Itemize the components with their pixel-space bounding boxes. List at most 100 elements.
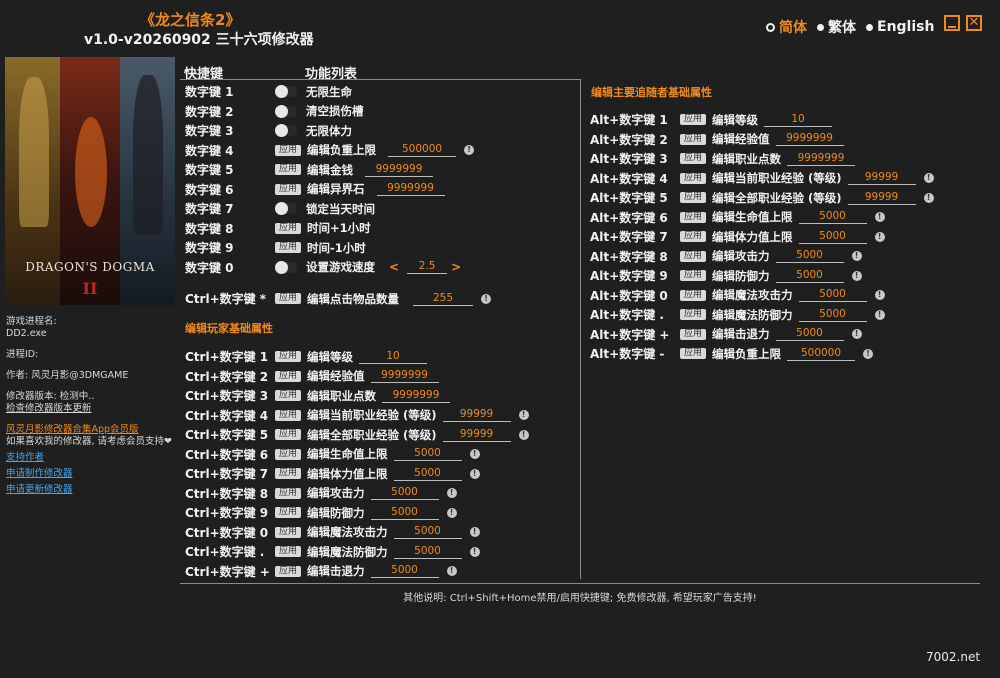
apply-button[interactable]: 应用: [680, 211, 707, 223]
apply-button[interactable]: 应用: [680, 231, 707, 242]
value-input[interactable]: 5000: [798, 288, 867, 302]
info-icon[interactable]: !: [469, 449, 480, 459]
close-icon[interactable]: ✕: [966, 15, 982, 31]
value-input[interactable]: 5000: [775, 327, 844, 341]
arrow-left-icon[interactable]: <: [389, 260, 399, 274]
value-input[interactable]: 5000: [775, 269, 844, 283]
apply-button[interactable]: 应用: [275, 409, 302, 421]
info-icon[interactable]: !: [874, 231, 885, 242]
toggle-switch[interactable]: [275, 124, 297, 137]
value-input[interactable]: 5000: [370, 486, 439, 500]
toggle-switch[interactable]: [275, 85, 297, 98]
value-input[interactable]: 9999999: [370, 369, 439, 383]
request-new-link[interactable]: 申请制作修改器: [6, 468, 181, 480]
value-input[interactable]: 10: [764, 113, 833, 127]
apply-button[interactable]: 应用: [275, 487, 302, 499]
apply-button[interactable]: 应用: [275, 351, 302, 362]
apply-button[interactable]: 应用: [680, 270, 707, 281]
value-input[interactable]: 5000: [798, 210, 867, 224]
info-icon[interactable]: !: [469, 546, 480, 557]
info-icon[interactable]: !: [851, 251, 862, 261]
value-input[interactable]: 9999999: [787, 152, 856, 166]
info-icon[interactable]: !: [518, 410, 529, 420]
value-input[interactable]: 255: [413, 292, 474, 306]
apply-button[interactable]: 应用: [275, 507, 302, 518]
value-input[interactable]: 99999: [442, 428, 511, 442]
value-input[interactable]: 5000: [370, 506, 439, 520]
apply-button[interactable]: 应用: [275, 144, 302, 156]
value-input[interactable]: 5000: [798, 230, 867, 244]
apply-button[interactable]: 应用: [680, 192, 707, 203]
value-input[interactable]: 5000: [393, 447, 462, 461]
toggle-switch[interactable]: [275, 260, 297, 274]
apply-button[interactable]: 应用: [275, 390, 302, 401]
apply-button[interactable]: 应用: [680, 133, 707, 145]
apply-button[interactable]: 应用: [680, 348, 707, 359]
info-icon[interactable]: !: [518, 429, 529, 440]
apply-button[interactable]: 应用: [680, 114, 707, 125]
info-icon[interactable]: !: [851, 270, 862, 281]
info-icon[interactable]: !: [851, 329, 862, 339]
info-icon[interactable]: !: [446, 566, 457, 576]
hotkey-label: Ctrl+数字键 0: [185, 525, 269, 540]
value-input[interactable]: 10: [359, 350, 428, 364]
apply-button[interactable]: 应用: [275, 526, 302, 538]
info-icon[interactable]: !: [874, 212, 885, 222]
info-icon[interactable]: !: [446, 488, 457, 498]
value-input[interactable]: 5000: [370, 564, 439, 578]
speed-value[interactable]: 2.5: [407, 260, 448, 274]
support-author-link[interactable]: 支持作者: [6, 452, 181, 464]
minimize-icon[interactable]: [944, 15, 960, 31]
info-icon[interactable]: !: [469, 468, 480, 479]
arrow-right-icon[interactable]: >: [451, 260, 461, 274]
request-update-link[interactable]: 申请更新修改器: [6, 484, 181, 496]
apply-button[interactable]: 应用: [275, 468, 302, 479]
value-input[interactable]: 9999999: [365, 163, 434, 177]
apply-button[interactable]: 应用: [680, 250, 707, 262]
value-input[interactable]: 9999999: [382, 389, 451, 403]
apply-button[interactable]: 应用: [275, 222, 302, 234]
apply-button[interactable]: 应用: [275, 429, 302, 440]
apply-button[interactable]: 应用: [680, 289, 707, 301]
value-input[interactable]: 99999: [442, 408, 511, 422]
value-input[interactable]: 99999: [847, 171, 916, 185]
info-icon[interactable]: !: [481, 293, 492, 304]
lang-option-traditional[interactable]: 繁体: [817, 17, 856, 37]
info-icon[interactable]: !: [923, 173, 934, 183]
value-input[interactable]: 5000: [798, 308, 867, 322]
apply-button[interactable]: 应用: [275, 164, 302, 175]
value-input[interactable]: 9999999: [376, 182, 445, 196]
toggle-switch[interactable]: [275, 104, 297, 118]
apply-button[interactable]: 应用: [275, 565, 302, 577]
info-icon[interactable]: !: [469, 527, 480, 537]
toggle-switch[interactable]: [275, 202, 297, 215]
value-input[interactable]: 500000: [388, 143, 457, 157]
lang-option-simplified[interactable]: 简体: [766, 17, 807, 37]
vip-link[interactable]: 风灵月影修改器合集App会员版: [6, 424, 181, 436]
apply-button[interactable]: 应用: [275, 242, 302, 253]
lang-option-english[interactable]: English: [866, 19, 934, 35]
apply-button[interactable]: 应用: [680, 328, 707, 340]
info-icon[interactable]: !: [923, 192, 934, 203]
apply-button[interactable]: 应用: [680, 153, 707, 164]
value-input[interactable]: 5000: [393, 525, 462, 539]
apply-button[interactable]: 应用: [680, 172, 707, 184]
check-update-link[interactable]: 检查修改器版本更新: [6, 403, 181, 415]
info-icon[interactable]: !: [446, 507, 457, 518]
value-input[interactable]: 500000: [787, 347, 856, 361]
value-input[interactable]: 99999: [847, 191, 916, 205]
value-input[interactable]: 5000: [775, 249, 844, 263]
apply-button[interactable]: 应用: [275, 293, 302, 304]
apply-button[interactable]: 应用: [275, 183, 302, 195]
info-icon[interactable]: !: [464, 145, 475, 155]
info-icon[interactable]: !: [863, 348, 874, 359]
apply-button[interactable]: 应用: [275, 448, 302, 460]
apply-button[interactable]: 应用: [275, 546, 302, 557]
value-input[interactable]: 9999999: [775, 132, 844, 146]
apply-button[interactable]: 应用: [680, 309, 707, 320]
info-icon[interactable]: !: [874, 309, 885, 320]
apply-button[interactable]: 应用: [275, 370, 302, 382]
value-input[interactable]: 5000: [393, 467, 462, 481]
value-input[interactable]: 5000: [393, 545, 462, 559]
info-icon[interactable]: !: [874, 290, 885, 300]
